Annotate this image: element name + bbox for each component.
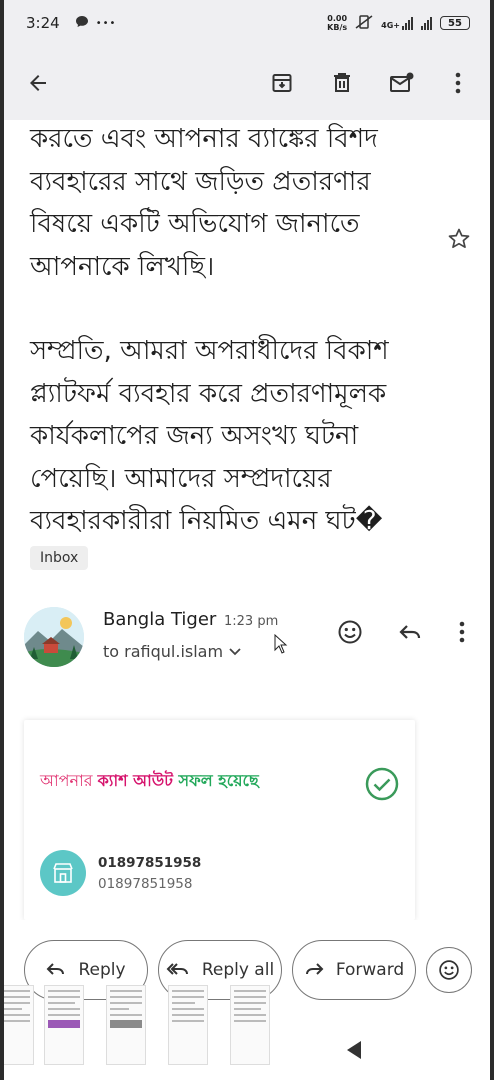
email-paragraph: করতে এবং আপনার ব্যাঙ্কের বিশদ ব্যবহারের … bbox=[30, 124, 378, 282]
avatar[interactable] bbox=[24, 607, 84, 667]
net-speed: 0.00 KB/s bbox=[327, 14, 348, 32]
thumbnail[interactable] bbox=[106, 985, 146, 1065]
card-title: আপনার ক্যাশ আউট সফল হয়েছে bbox=[40, 771, 259, 790]
reply-label: Reply bbox=[78, 960, 126, 980]
signal-icon-2 bbox=[421, 16, 432, 30]
status-bar: 3:24 ••• 0.00 KB/s 4G+ 55 bbox=[4, 0, 490, 46]
check-circle-icon bbox=[364, 766, 400, 806]
status-time: 3:24 bbox=[26, 14, 60, 32]
more-vert-icon[interactable] bbox=[438, 63, 478, 103]
reply-icon[interactable] bbox=[390, 612, 430, 652]
email-body: করতে এবং আপনার ব্যাঙ্কের বিশদ ব্যবহারের … bbox=[30, 118, 430, 543]
app-bar bbox=[4, 46, 490, 120]
reply-all-icon bbox=[166, 963, 188, 975]
forward-label: Forward bbox=[335, 960, 405, 980]
email-paragraph: সম্প্রতি, আমরা অপরাধীদের বিকাশ প্ল্যাটফর… bbox=[30, 336, 389, 536]
nav-back-icon[interactable] bbox=[344, 1040, 364, 1064]
thumbnail[interactable] bbox=[168, 985, 208, 1065]
emoji-reaction-icon[interactable] bbox=[330, 612, 370, 652]
emoji-button[interactable] bbox=[426, 947, 472, 993]
recipient-text: to rafiqul.islam bbox=[103, 642, 224, 661]
thumbnail[interactable] bbox=[230, 985, 270, 1065]
battery-indicator: 55 bbox=[440, 16, 470, 30]
recipient-toggle[interactable]: to rafiqul.islam bbox=[103, 642, 241, 661]
star-icon[interactable] bbox=[444, 224, 474, 254]
forward-button[interactable]: Forward bbox=[292, 940, 416, 1000]
sender-time: 1:23 pm bbox=[224, 614, 279, 629]
mark-unread-icon[interactable] bbox=[382, 63, 422, 103]
reply-icon bbox=[47, 963, 65, 975]
forward-icon bbox=[305, 963, 324, 975]
chat-notification-icon bbox=[75, 14, 89, 32]
delete-icon[interactable] bbox=[322, 63, 362, 103]
message-more-vert-icon[interactable] bbox=[442, 612, 482, 652]
phone-screen: 3:24 ••• 0.00 KB/s 4G+ 55 করতে এবং আপনার… bbox=[4, 0, 490, 1080]
archive-icon[interactable] bbox=[262, 63, 302, 103]
thumbnail[interactable] bbox=[44, 985, 84, 1065]
account-number-secondary: 01897851958 bbox=[98, 876, 193, 892]
signal-icon-1 bbox=[402, 16, 413, 30]
thumbnail[interactable] bbox=[4, 985, 34, 1065]
sender-name[interactable]: Bangla Tiger bbox=[103, 609, 216, 630]
vibrate-off-icon bbox=[355, 14, 373, 32]
recent-thumbnails bbox=[4, 985, 274, 1071]
bottom-action-bar: Reply Reply all Forward bbox=[4, 920, 490, 1080]
chevron-down-icon bbox=[229, 647, 241, 655]
inbox-label-chip[interactable]: Inbox bbox=[30, 546, 89, 570]
transaction-card: আপনার ক্যাশ আউট সফল হয়েছে 01897851958 0… bbox=[24, 720, 415, 920]
emoji-icon bbox=[439, 960, 459, 980]
back-arrow-icon[interactable] bbox=[18, 63, 58, 103]
more-notifications-icon: ••• bbox=[95, 17, 117, 29]
network-type-label: 4G+ bbox=[381, 20, 400, 30]
mouse-cursor-icon bbox=[274, 633, 288, 658]
reply-all-label: Reply all bbox=[201, 960, 275, 980]
store-icon bbox=[40, 850, 86, 896]
account-number: 01897851958 bbox=[98, 855, 202, 871]
